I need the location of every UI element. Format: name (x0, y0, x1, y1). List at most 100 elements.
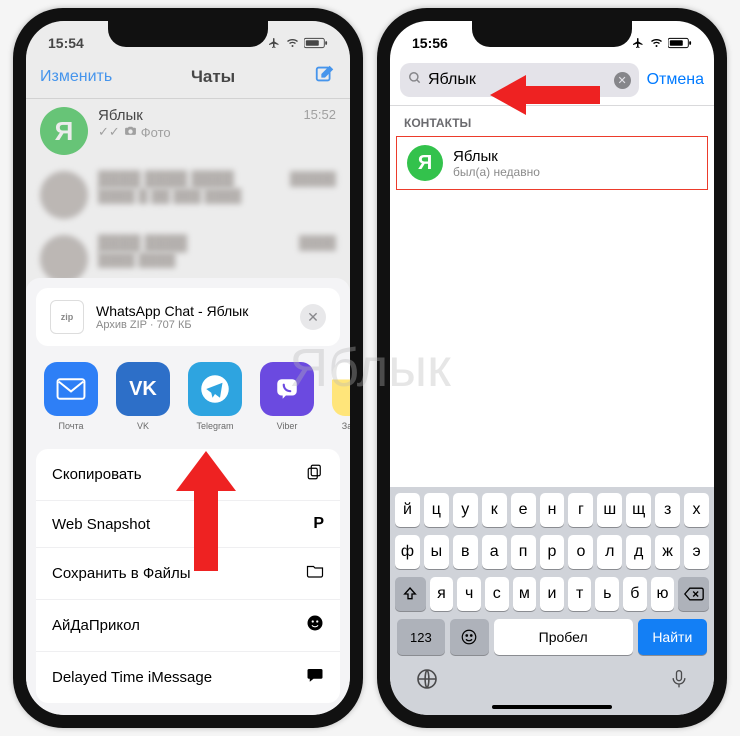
phone-left: 15:54 Изменить Чаты Я Яблык ✓✓ (13, 8, 363, 728)
share-file-title: WhatsApp Chat - Яблык (96, 303, 248, 319)
search-icon (408, 71, 422, 89)
key-find[interactable]: Найти (638, 619, 707, 655)
page-title: Чаты (191, 67, 235, 87)
key-space[interactable]: Пробел (494, 619, 633, 655)
camera-icon (124, 124, 137, 140)
notch (472, 21, 632, 47)
key[interactable]: ь (595, 577, 619, 611)
key[interactable]: а (482, 535, 507, 569)
search-input[interactable]: Яблык ✕ (400, 63, 639, 97)
key[interactable]: к (482, 493, 507, 527)
folder-icon (306, 562, 324, 585)
globe-icon[interactable] (415, 667, 439, 697)
key[interactable]: д (626, 535, 651, 569)
key[interactable]: г (568, 493, 593, 527)
key[interactable]: и (540, 577, 564, 611)
airplane-icon (267, 37, 281, 49)
key[interactable]: в (453, 535, 478, 569)
close-icon: ✕ (617, 74, 626, 87)
backspace-icon (684, 586, 704, 602)
status-icons (267, 37, 328, 49)
key-123[interactable]: 123 (397, 619, 445, 655)
key[interactable]: т (568, 577, 592, 611)
notch (108, 21, 268, 47)
chat-icon (306, 666, 324, 689)
key[interactable]: м (513, 577, 537, 611)
vk-icon: VK (116, 362, 170, 416)
action-delayed-imessage[interactable]: Delayed Time iMessage (36, 652, 340, 703)
key[interactable]: ц (424, 493, 449, 527)
read-ticks-icon: ✓✓ (98, 124, 120, 140)
edit-button[interactable]: Изменить (40, 68, 112, 86)
kbd-bottom: 123 Пробел Найти (393, 619, 711, 655)
share-app-notes[interactable]: Заметки (332, 362, 350, 431)
chats-nav: Изменить Чаты (26, 59, 350, 99)
kbd-row1: й ц у к е н г ш щ з х (393, 493, 711, 527)
status-icons (631, 37, 692, 49)
share-app-viber[interactable]: Viber (260, 362, 314, 431)
key[interactable]: щ (626, 493, 651, 527)
key[interactable]: я (430, 577, 454, 611)
shift-icon (402, 586, 418, 602)
wifi-icon (649, 37, 664, 49)
key[interactable]: р (540, 535, 565, 569)
key[interactable]: ф (395, 535, 420, 569)
mail-icon (44, 362, 98, 416)
emoji-icon (460, 628, 478, 646)
share-file-header: zip WhatsApp Chat - Яблык Архив ZIP · 70… (36, 288, 340, 346)
keyboard[interactable]: й ц у к е н г ш щ з х ф ы в а п р о л (390, 487, 714, 715)
share-app-strip[interactable]: Почта VK VK Telegram Viber (26, 356, 350, 441)
key-backspace[interactable] (678, 577, 709, 611)
key[interactable]: й (395, 493, 420, 527)
key[interactable]: н (540, 493, 565, 527)
compose-button[interactable] (314, 63, 336, 90)
key[interactable]: е (511, 493, 536, 527)
key-emoji[interactable] (450, 619, 489, 655)
key[interactable]: х (684, 493, 709, 527)
key[interactable]: ы (424, 535, 449, 569)
mic-icon[interactable] (669, 667, 689, 697)
share-sheet: zip WhatsApp Chat - Яблык Архив ZIP · 70… (26, 278, 350, 715)
chat-time: 15:52 (303, 107, 336, 122)
telegram-icon (188, 362, 242, 416)
search-query: Яблык (428, 71, 608, 89)
key[interactable]: ж (655, 535, 680, 569)
result-status: был(а) недавно (453, 165, 540, 179)
key[interactable]: з (655, 493, 680, 527)
share-app-mail[interactable]: Почта (44, 362, 98, 431)
key[interactable]: л (597, 535, 622, 569)
p-icon: P (313, 515, 324, 533)
share-file-sub: Архив ZIP · 707 КБ (96, 319, 248, 331)
phone-right: 15:56 Яблык ✕ Отмена КОНТАКТЫ Я (377, 8, 727, 728)
avatar: Я (407, 145, 443, 181)
key[interactable]: у (453, 493, 478, 527)
action-save-to-files[interactable]: Сохранить в Файлы (36, 548, 340, 600)
key[interactable]: ч (457, 577, 481, 611)
action-copy[interactable]: Скопировать (36, 449, 340, 501)
notes-icon (332, 362, 350, 416)
battery-icon (668, 37, 692, 49)
key[interactable]: ш (597, 493, 622, 527)
action-web-snapshot[interactable]: Web Snapshot P (36, 501, 340, 548)
key[interactable]: о (568, 535, 593, 569)
cancel-button[interactable]: Отмена (647, 71, 704, 89)
share-app-vk[interactable]: VK VK (116, 362, 170, 431)
share-app-telegram[interactable]: Telegram (188, 362, 242, 431)
key-shift[interactable] (395, 577, 426, 611)
smile-icon (306, 614, 324, 637)
compose-icon (314, 63, 336, 85)
key[interactable]: ю (651, 577, 675, 611)
chat-row-yablyk[interactable]: Я Яблык ✓✓ Фото 15:52 (26, 99, 350, 163)
action-aidaprikol[interactable]: АйДаПрикол (36, 600, 340, 652)
search-result-yablyk[interactable]: Я Яблык был(а) недавно (396, 136, 708, 190)
key[interactable]: с (485, 577, 509, 611)
result-name: Яблык (453, 148, 540, 165)
key[interactable]: б (623, 577, 647, 611)
close-button[interactable]: ✕ (300, 304, 326, 330)
clear-button[interactable]: ✕ (614, 72, 631, 89)
key[interactable]: п (511, 535, 536, 569)
key[interactable]: э (684, 535, 709, 569)
close-icon: ✕ (307, 309, 319, 326)
search-bar: Яблык ✕ Отмена (390, 59, 714, 106)
battery-icon (304, 37, 328, 49)
